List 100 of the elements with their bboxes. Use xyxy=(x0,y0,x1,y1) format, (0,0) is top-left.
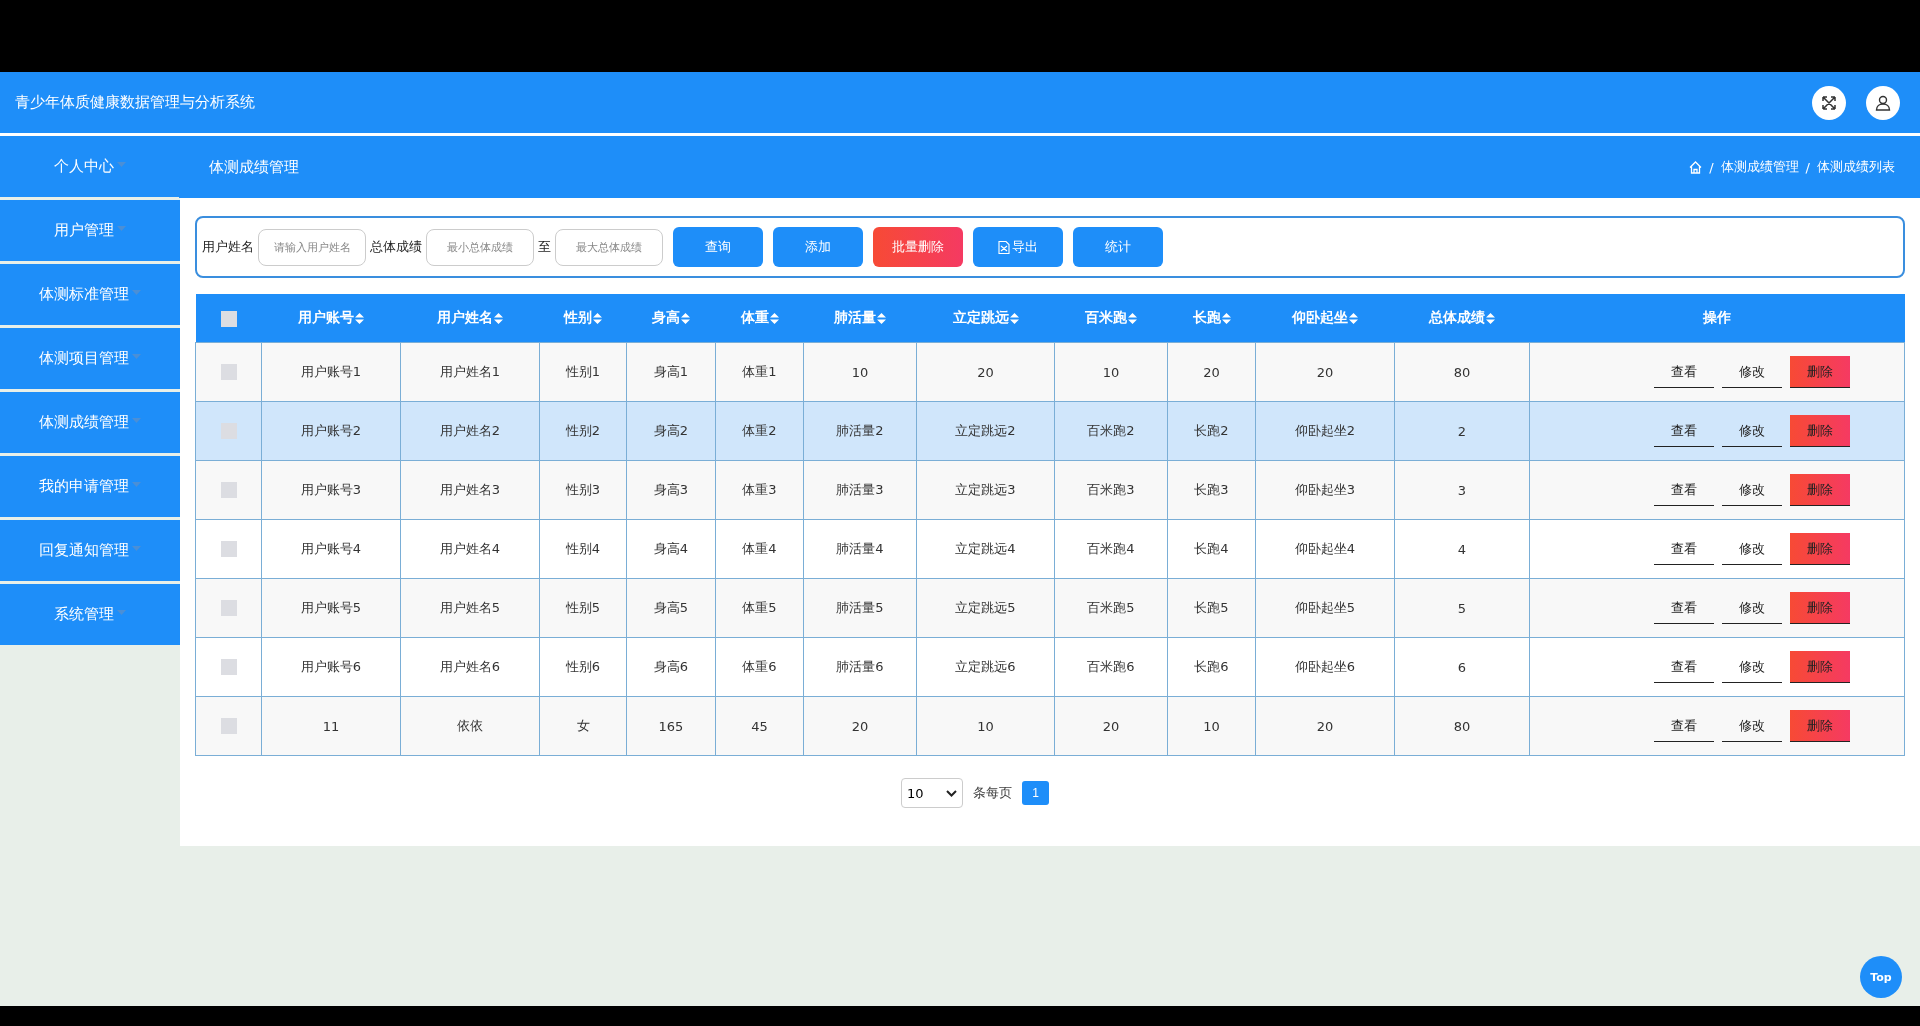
row-action-button[interactable]: 查看 xyxy=(1653,651,1714,683)
column-header: 操作 xyxy=(1529,294,1905,343)
back-to-top-button[interactable]: Top xyxy=(1860,956,1902,998)
row-action-button[interactable]: 查看 xyxy=(1653,592,1714,624)
table-cell: 80 xyxy=(1394,696,1530,756)
page-title: 体测成绩管理 xyxy=(209,157,299,177)
row-action-button[interactable]: 删除 xyxy=(1789,415,1850,447)
table-cell: 立定跳远2 xyxy=(916,401,1055,461)
page-size-select[interactable]: 10 xyxy=(901,778,963,808)
sort-icon xyxy=(1349,312,1358,324)
column-header[interactable]: 体重 xyxy=(715,294,804,343)
row-action-button[interactable]: 删除 xyxy=(1789,533,1850,565)
table-cell: 肺活量3 xyxy=(803,460,917,520)
table-cell: 45 xyxy=(715,696,804,756)
breadcrumb-separator: / xyxy=(1709,159,1714,175)
table-cell: 依依 xyxy=(400,696,540,756)
row-checkbox[interactable] xyxy=(220,659,237,676)
select-all-checkbox[interactable] xyxy=(220,310,237,327)
table-cell: 仰卧起坐6 xyxy=(1255,637,1395,697)
table-cell: 立定跳远6 xyxy=(916,637,1055,697)
table-cell: 20 xyxy=(1255,696,1395,756)
breadcrumb-separator: / xyxy=(1805,159,1810,175)
column-header[interactable]: 百米跑 xyxy=(1054,294,1168,343)
row-action-button[interactable]: 删除 xyxy=(1789,356,1850,388)
row-action-button[interactable]: 修改 xyxy=(1721,474,1782,506)
row-checkbox[interactable] xyxy=(220,718,237,735)
table-cell: 体重5 xyxy=(715,578,804,638)
table-cell: 长跑4 xyxy=(1167,519,1256,579)
row-action-button[interactable]: 查看 xyxy=(1653,356,1714,388)
table-cell: 用户账号2 xyxy=(261,401,401,461)
min-score-field[interactable]: 最小总体成绩 xyxy=(426,228,534,266)
column-header[interactable]: 仰卧起坐 xyxy=(1255,294,1395,343)
page-button[interactable]: 1 xyxy=(1022,781,1049,805)
row-checkbox[interactable] xyxy=(220,364,237,381)
table-cell: 长跑3 xyxy=(1167,460,1256,520)
column-header[interactable]: 用户账号 xyxy=(261,294,401,343)
row-action-button[interactable]: 修改 xyxy=(1721,356,1782,388)
row-action-button[interactable]: 删除 xyxy=(1789,592,1850,624)
row-action-button[interactable]: 修改 xyxy=(1721,710,1782,742)
table-cell: 10 xyxy=(803,342,917,402)
sidebar-item[interactable]: 用户管理 xyxy=(0,200,180,261)
row-action-button[interactable]: 删除 xyxy=(1789,651,1850,683)
name-field[interactable]: 请输入用户姓名 xyxy=(258,228,366,266)
breadcrumb-link[interactable]: 体测成绩列表 xyxy=(1817,158,1895,176)
table-cell: 用户账号6 xyxy=(261,637,401,697)
field-label: 至 xyxy=(538,238,551,256)
sidebar-item[interactable]: 回复通知管理 xyxy=(0,520,180,581)
table-cell: 身高6 xyxy=(626,637,716,697)
table-cell: 身高2 xyxy=(626,401,716,461)
column-header[interactable]: 肺活量 xyxy=(803,294,917,343)
toolbar-button[interactable]: 导出 xyxy=(973,227,1063,267)
sidebar-item[interactable]: 体测标准管理 xyxy=(0,264,180,325)
page-size-label: 条每页 xyxy=(973,784,1012,802)
column-header[interactable]: 长跑 xyxy=(1167,294,1256,343)
column-header[interactable]: 身高 xyxy=(626,294,716,343)
row-action-button[interactable]: 查看 xyxy=(1653,415,1714,447)
table-cell: 肺活量2 xyxy=(803,401,917,461)
user-icon[interactable] xyxy=(1866,85,1900,120)
home-icon[interactable] xyxy=(1689,160,1703,174)
sort-icon xyxy=(769,312,779,324)
column-header[interactable]: 用户姓名 xyxy=(400,294,540,343)
sort-icon xyxy=(1221,312,1231,324)
row-checkbox[interactable] xyxy=(220,541,237,558)
table-cell: 百米跑5 xyxy=(1054,578,1168,638)
table-cell: 体重3 xyxy=(715,460,804,520)
sidebar-item[interactable]: 体测项目管理 xyxy=(0,328,180,389)
sidebar-item[interactable]: 我的申请管理 xyxy=(0,456,180,517)
column-header[interactable]: 总体成绩 xyxy=(1394,294,1530,343)
toolbar-button[interactable]: 添加 xyxy=(773,227,863,267)
table-cell: 仰卧起坐2 xyxy=(1255,401,1395,461)
column-header[interactable]: 立定跳远 xyxy=(916,294,1055,343)
table-cell: 体重1 xyxy=(715,342,804,402)
breadcrumb-link[interactable]: 体测成绩管理 xyxy=(1720,158,1799,176)
table-cell: 立定跳远4 xyxy=(916,519,1055,579)
row-action-button[interactable]: 查看 xyxy=(1653,474,1714,506)
table-cell: 身高4 xyxy=(626,519,716,579)
row-checkbox[interactable] xyxy=(220,600,237,617)
max-score-field[interactable]: 最大总体成绩 xyxy=(555,228,663,266)
row-action-button[interactable]: 删除 xyxy=(1789,710,1850,742)
row-action-button[interactable]: 查看 xyxy=(1653,710,1714,742)
sidebar-item[interactable]: 系统管理 xyxy=(0,584,180,645)
fullscreen-icon[interactable] xyxy=(1812,85,1846,120)
column-header[interactable]: 性别 xyxy=(539,294,627,343)
sidebar-item[interactable]: 个人中心 xyxy=(0,136,180,197)
toolbar-button[interactable]: 统计 xyxy=(1073,227,1163,267)
table-cell: 3 xyxy=(1394,460,1530,520)
row-action-button[interactable]: 修改 xyxy=(1721,592,1782,624)
toolbar-button[interactable]: 查询 xyxy=(673,227,763,267)
sort-icon xyxy=(681,312,690,324)
row-checkbox[interactable] xyxy=(220,423,237,440)
table-cell: 11 xyxy=(261,696,401,756)
row-action-button[interactable]: 修改 xyxy=(1721,415,1782,447)
row-action-button[interactable]: 删除 xyxy=(1789,474,1850,506)
table-cell: 用户账号4 xyxy=(261,519,401,579)
row-action-button[interactable]: 修改 xyxy=(1721,651,1782,683)
row-action-button[interactable]: 查看 xyxy=(1653,533,1714,565)
toolbar-button[interactable]: 批量删除 xyxy=(873,227,963,267)
row-checkbox[interactable] xyxy=(220,482,237,499)
sidebar-item[interactable]: 体测成绩管理 xyxy=(0,392,180,453)
row-action-button[interactable]: 修改 xyxy=(1721,533,1782,565)
